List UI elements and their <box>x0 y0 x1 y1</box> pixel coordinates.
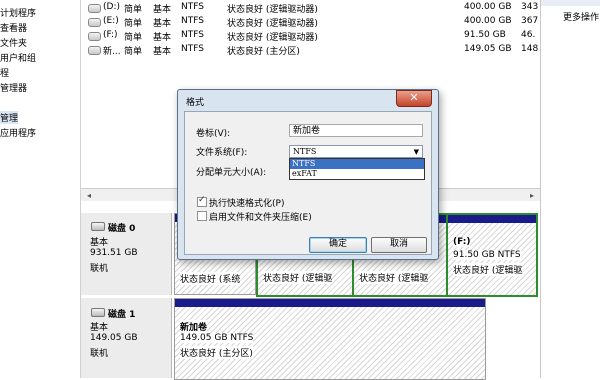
volume-row[interactable]: 新... 简单 基本 NTFS 状态良好 (主分区) 149.05 GB 148 <box>81 43 540 57</box>
dialog-client: 卷标(V): 新加卷 文件系统(F): NTFS ▼ NTFS exFAT 分配… <box>184 111 432 255</box>
volume-free: 46. <box>521 30 536 40</box>
filesystem-dropdown-list: NTFS exFAT <box>289 158 425 180</box>
disk-status: 联机 <box>90 264 109 274</box>
volume-layout: 简单 <box>124 47 143 57</box>
volume-free: 367 <box>521 16 539 26</box>
volume-capacity: 400.00 GB <box>464 16 512 26</box>
volume-status: 状态良好 (逻辑驱动器) <box>227 33 318 43</box>
tree-item-task-scheduler[interactable]: 计划程序 <box>0 6 36 19</box>
volume-type: 基本 <box>153 33 172 43</box>
partition-name: (F:) <box>453 237 471 247</box>
volume-capacity: 91.50 GB <box>464 30 506 40</box>
volume-status: 状态良好 (逻辑驱动器) <box>227 5 318 15</box>
volume-fs: NTFS <box>181 30 204 40</box>
disk-icon <box>91 308 105 317</box>
allocation-unit-label: 分配单元大小(A): <box>196 168 267 178</box>
volume-name: (F:) <box>103 30 118 40</box>
disk-status: 联机 <box>90 349 109 359</box>
chevron-down-icon: ▼ <box>413 148 419 156</box>
volume-label-input[interactable]: 新加卷 <box>289 124 423 137</box>
volume-name: (D:) <box>103 2 120 12</box>
close-icon[interactable]: ✕ <box>396 90 432 107</box>
tree-item-local-users[interactable]: 用户和组 <box>0 51 36 64</box>
volume-type: 基本 <box>153 47 172 57</box>
tree-item-device-manager[interactable]: 管理器 <box>0 81 27 94</box>
partition-size: 149.05 GB NTFS <box>180 333 254 343</box>
volume-fs: NTFS <box>181 44 204 54</box>
volume-row[interactable]: (D:) 简单 基本 NTFS 状态良好 (逻辑驱动器) 400.00 GB 3… <box>81 1 540 15</box>
disk-type: 基本 <box>90 238 109 248</box>
disk-size: 149.05 GB <box>90 333 138 343</box>
dialog-title: 格式 <box>186 98 205 108</box>
partition-name: 新加卷 <box>180 320 208 333</box>
quick-format-label: 执行快速格式化(P) <box>209 199 285 209</box>
volume-free: 148 <box>521 44 539 54</box>
volume-layout: 简单 <box>124 5 143 15</box>
volume-free: 343 <box>521 2 539 12</box>
volume-row[interactable]: (F:) 简单 基本 NTFS 状态良好 (逻辑驱动器) 91.50 GB 46… <box>81 29 540 43</box>
partition-status: 状态良好 (逻辑驱 <box>263 271 333 284</box>
disk-name: 磁盘 0 <box>108 224 136 234</box>
compression-label: 启用文件和文件夹压缩(E) <box>209 213 312 223</box>
filesystem-option[interactable]: NTFS <box>290 159 424 169</box>
volume-status: 状态良好 (主分区) <box>227 47 300 57</box>
volume-layout: 简单 <box>124 33 143 43</box>
actions-pane: 更多操作 <box>540 0 600 378</box>
tree-item-disk-management[interactable]: 管理 <box>0 111 19 124</box>
ok-button[interactable]: 确定 <box>309 237 367 253</box>
volume-status: 状态良好 (逻辑驱动器) <box>227 19 318 29</box>
quick-format-checkbox[interactable] <box>197 195 207 207</box>
format-dialog: 格式 ✕ 卷标(V): 新加卷 文件系统(F): NTFS ▼ NTFS exF… <box>177 89 439 260</box>
volume-row[interactable]: (E:) 简单 基本 NTFS 状态良好 (逻辑驱动器) 400.00 GB 3… <box>81 15 540 29</box>
partition-status: 状态良好 (系统 <box>180 272 241 285</box>
partition-status: 状态良好 (逻辑驱 <box>359 271 429 284</box>
partition-new-volume[interactable]: 新加卷 149.05 GB NTFS 状态良好 (主分区) <box>174 298 486 380</box>
tree-item-event-viewer[interactable]: 查看器 <box>0 21 27 34</box>
tree-item-performance[interactable]: 程 <box>0 66 9 79</box>
disk-size: 931.51 GB <box>90 248 138 258</box>
volume-capacity: 149.05 GB <box>464 44 512 54</box>
console-tree: 计划程序 查看器 文件夹 用户和组 程 管理器 管理 应用程序 <box>0 0 81 378</box>
tree-item-services-apps[interactable]: 应用程序 <box>0 126 36 139</box>
partition-size: 91.50 GB NTFS <box>453 250 521 260</box>
volume-fs: NTFS <box>181 16 204 26</box>
disk-0-label[interactable]: 磁盘 0 基本 931.51 GB 联机 <box>81 213 172 295</box>
disk-icon <box>91 222 105 231</box>
volume-icon <box>88 4 101 13</box>
cancel-button[interactable]: 取消 <box>371 237 427 253</box>
volume-icon <box>88 18 101 27</box>
volume-layout: 简单 <box>124 19 143 29</box>
volume-capacity: 400.00 GB <box>464 2 512 12</box>
volume-type: 基本 <box>153 19 172 29</box>
disk-name: 磁盘 1 <box>108 310 136 320</box>
compression-checkbox[interactable] <box>197 211 207 221</box>
more-actions-link[interactable]: 更多操作 <box>563 10 599 23</box>
partition-status: 状态良好 (逻辑驱 <box>453 263 523 276</box>
volume-icon <box>88 32 101 41</box>
disk-1-label[interactable]: 磁盘 1 基本 149.05 GB 联机 <box>81 298 172 378</box>
filesystem-option[interactable]: exFAT <box>290 169 424 179</box>
filesystem-select[interactable]: NTFS ▼ <box>289 145 423 158</box>
filesystem-label: 文件系统(F): <box>196 148 248 158</box>
partition-f[interactable]: (F:) 91.50 GB NTFS 状态良好 (逻辑驱 <box>446 213 538 297</box>
volume-name: 新... <box>103 47 121 57</box>
tree-item-shared-folders[interactable]: 文件夹 <box>0 36 27 49</box>
actions-header <box>541 0 600 6</box>
volume-type: 基本 <box>153 5 172 15</box>
filesystem-selected-value: NTFS <box>293 147 317 156</box>
volume-icon <box>88 46 101 55</box>
volume-fs: NTFS <box>181 2 204 12</box>
partition-status: 状态良好 (主分区) <box>180 346 253 359</box>
disk-type: 基本 <box>90 323 109 333</box>
volume-label-text: 卷标(V): <box>196 129 231 139</box>
volume-name: (E:) <box>103 16 119 26</box>
